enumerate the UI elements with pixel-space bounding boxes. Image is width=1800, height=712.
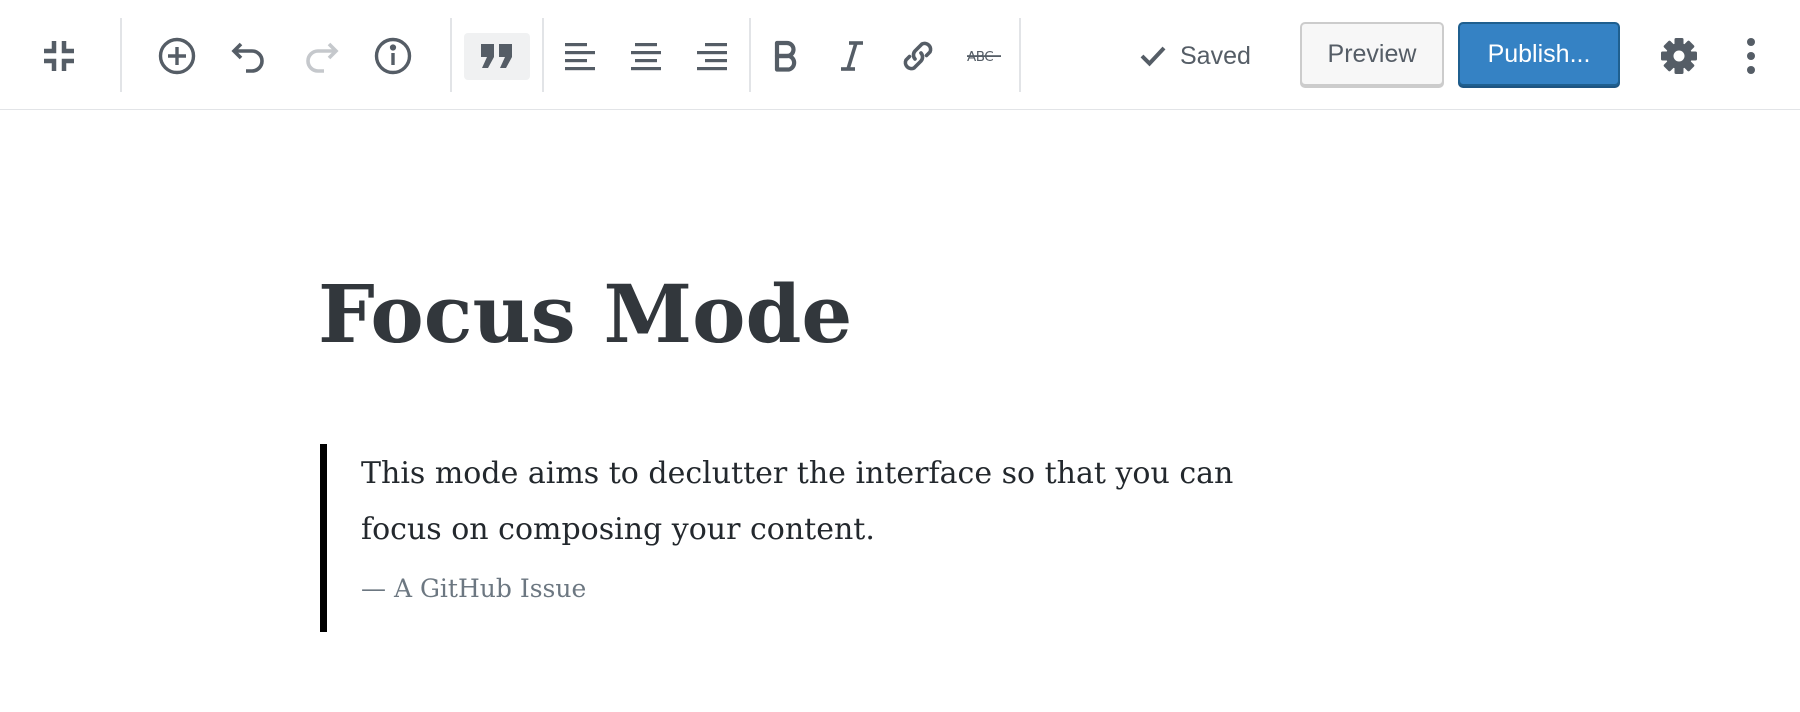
quote-citation[interactable]: — A GitHub Issue [361, 574, 1320, 603]
saved-label: Saved [1180, 41, 1251, 70]
post-title[interactable]: Focus Mode [318, 262, 852, 366]
align-left-icon[interactable] [547, 24, 613, 88]
align-center-icon[interactable] [613, 24, 679, 88]
bold-icon[interactable] [753, 24, 819, 88]
save-status: Saved [1140, 36, 1251, 76]
editor-toolbar: ABC Saved Preview Publish... [0, 0, 1800, 110]
undo-icon[interactable] [216, 24, 282, 88]
checkmark-icon [1140, 46, 1166, 67]
toolbar-separator [542, 18, 544, 92]
strikethrough-icon[interactable]: ABC [951, 24, 1017, 88]
quote-text[interactable]: This mode aims to declutter the interfac… [361, 444, 1321, 558]
quote-block[interactable]: This mode aims to declutter the interfac… [320, 444, 1320, 632]
toolbar-separator [450, 18, 452, 92]
exit-fullscreen-icon[interactable] [26, 24, 92, 88]
redo-icon [288, 24, 354, 88]
link-icon[interactable] [885, 24, 951, 88]
toolbar-separator [120, 18, 122, 92]
align-right-icon[interactable] [679, 24, 745, 88]
toolbar-separator [1019, 18, 1021, 92]
toolbar-separator [749, 18, 751, 92]
italic-icon[interactable] [819, 24, 885, 88]
more-vertical-icon[interactable] [1718, 24, 1784, 88]
plus-circle-icon[interactable] [144, 24, 210, 88]
preview-button[interactable]: Preview [1300, 22, 1444, 86]
publish-button[interactable]: Publish... [1458, 22, 1620, 86]
gear-icon[interactable] [1646, 24, 1712, 88]
info-icon[interactable] [360, 24, 426, 88]
quote-icon[interactable] [464, 24, 530, 88]
